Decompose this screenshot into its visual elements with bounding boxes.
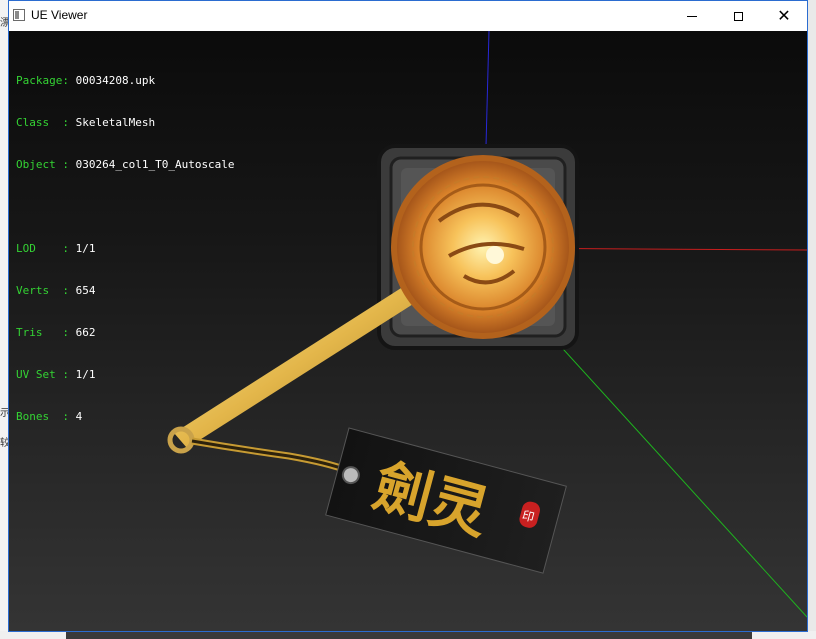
info-object: Object : 030264_col1_T0_Autoscale <box>16 158 235 172</box>
info-label: Verts : <box>16 284 76 297</box>
name-tag: 劍灵 印 <box>325 427 567 574</box>
minimize-button[interactable] <box>669 1 715 31</box>
info-label: Class : <box>16 116 76 129</box>
maximize-icon <box>733 11 743 21</box>
info-class: Class : SkeletalMesh <box>16 116 235 130</box>
info-label: Package: <box>16 74 76 87</box>
info-tris: Tris : 662 <box>16 326 235 340</box>
info-label: UV Set : <box>16 368 76 381</box>
desktop-bottom-edge <box>0 631 816 639</box>
ue-viewer-window: UE Viewer ✕ 劍灵 印 Package: 00034208.upk C… <box>8 0 808 632</box>
info-value: 4 <box>75 410 83 423</box>
title-bar[interactable]: UE Viewer ✕ <box>9 1 807 31</box>
desktop-strip <box>0 631 66 639</box>
minimize-icon <box>687 15 697 17</box>
info-label: LOD : <box>16 242 76 255</box>
info-value: 1/1 <box>75 242 96 255</box>
info-verts: Verts : 654 <box>16 284 235 298</box>
info-lod: LOD : 1/1 <box>16 242 235 256</box>
info-value: 662 <box>75 326 96 339</box>
window-title: UE Viewer <box>31 8 88 22</box>
desktop-left-edge: 漂 示 较 <box>0 0 10 639</box>
info-label: Bones : <box>16 410 76 423</box>
desktop-strip <box>752 631 816 639</box>
info-package: Package: 00034208.upk <box>16 74 235 88</box>
close-icon: ✕ <box>777 6 791 25</box>
info-label: Tris : <box>16 326 76 339</box>
info-value: 030264_col1_T0_Autoscale <box>75 158 235 171</box>
close-button[interactable]: ✕ <box>761 1 807 31</box>
maximize-button[interactable] <box>715 1 761 31</box>
info-uv-set: UV Set : 1/1 <box>16 368 235 382</box>
info-value: 00034208.upk <box>75 74 156 87</box>
mesh-info-overlay: Package: 00034208.upk Class : SkeletalMe… <box>16 46 235 452</box>
info-value: 1/1 <box>75 368 96 381</box>
info-label: Object : <box>16 158 76 171</box>
info-value: 654 <box>75 284 96 297</box>
info-bones: Bones : 4 <box>16 410 235 424</box>
3d-viewport[interactable]: 劍灵 印 Package: 00034208.upk Class : Skele… <box>9 31 807 631</box>
app-icon <box>13 9 25 21</box>
info-value: SkeletalMesh <box>75 116 156 129</box>
mooncake <box>391 155 575 339</box>
